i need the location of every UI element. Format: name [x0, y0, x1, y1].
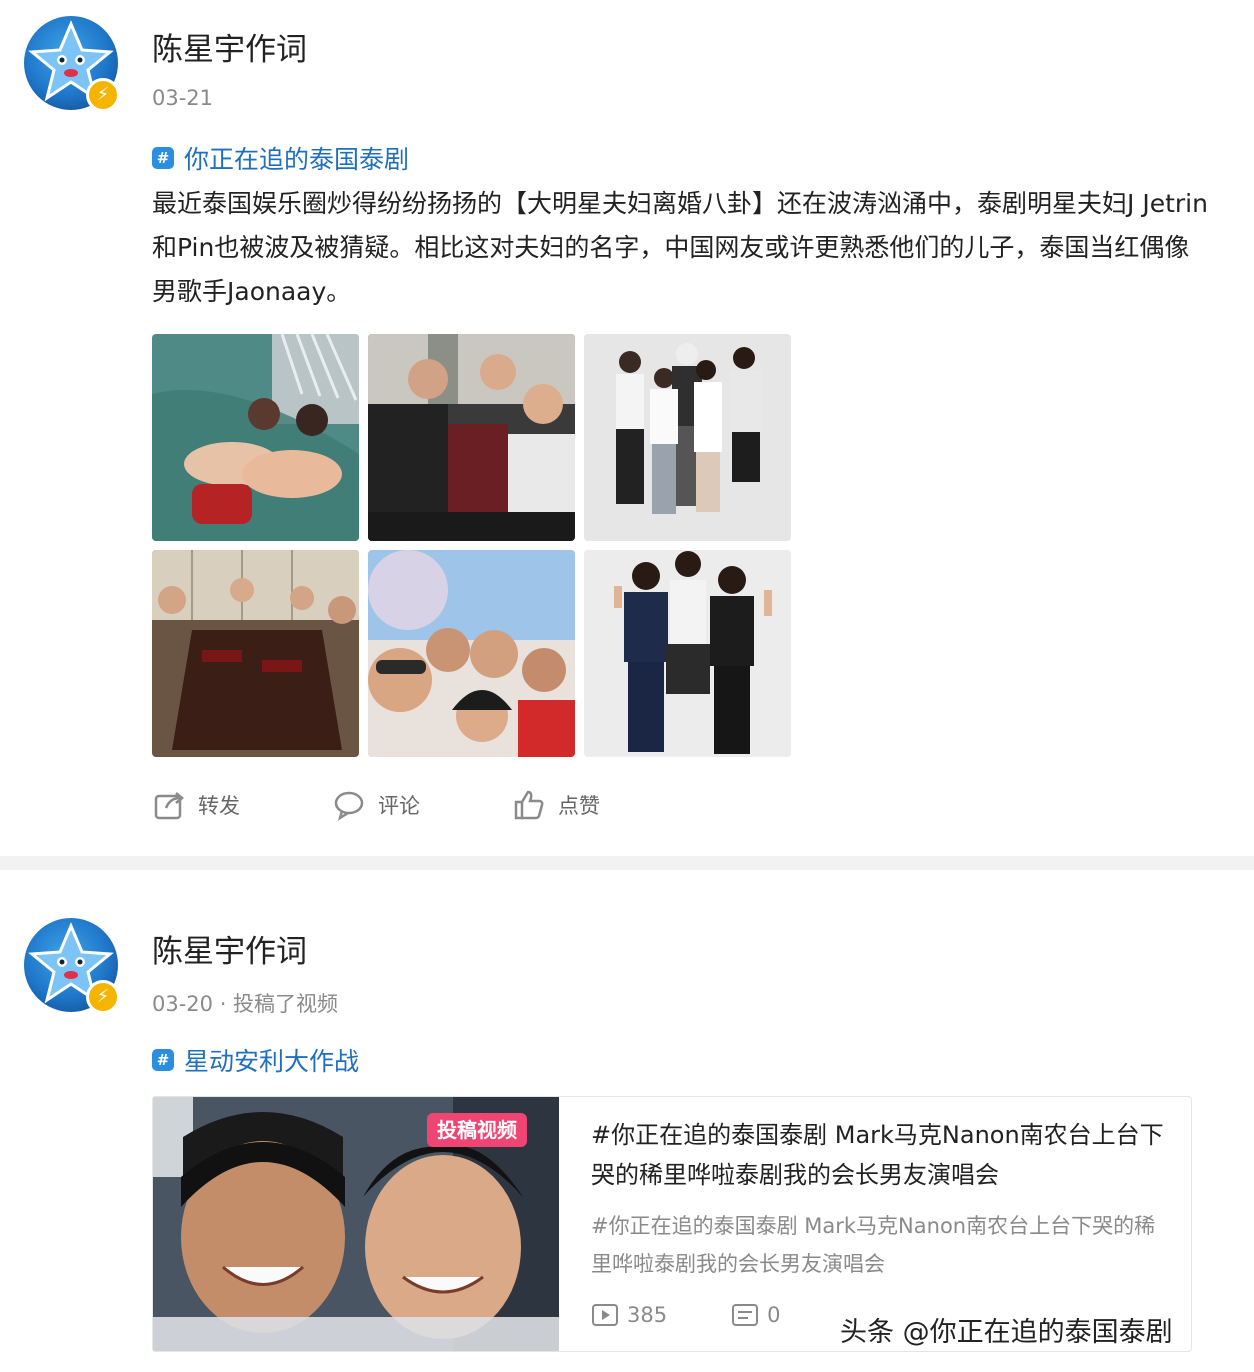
repost-label: 转发: [198, 794, 240, 818]
topic-hash-icon: #: [152, 1049, 174, 1071]
family-dinner-photo[interactable]: [152, 550, 359, 757]
comment-icon: [334, 791, 364, 821]
topic-hash-icon: #: [152, 147, 174, 169]
like-label: 点赞: [558, 794, 600, 818]
play-count-value: 385: [627, 1303, 668, 1327]
comment-count-value: 0: [767, 1303, 781, 1327]
verified-badge-icon: ⚡: [86, 78, 120, 112]
like-button[interactable]: 点赞: [512, 788, 600, 822]
post-timestamp: 03-20 · 投稿了视频: [152, 992, 339, 1016]
danmaku-icon: [732, 1304, 759, 1326]
video-badge: 投稿视频: [427, 1113, 527, 1147]
play-icon: [592, 1304, 618, 1326]
topic-label: 星动安利大作战: [184, 1047, 360, 1076]
video-title[interactable]: #你正在追的泰国泰剧 Mark马克Nanon南农台上台下哭的稀里哗啦泰剧我的会长…: [591, 1115, 1171, 1195]
comment-label: 评论: [378, 794, 420, 818]
video-stats: 385 0: [591, 1303, 844, 1327]
family-pool-photo[interactable]: [152, 334, 359, 541]
topic-link[interactable]: # 星动安利大作战: [152, 1042, 359, 1078]
feed-post-1: ⚡ 陈星宇作词 03-21 # 你正在追的泰国泰剧 最近泰国娱乐圈炒得纷纷扬扬的…: [0, 0, 1254, 856]
feed-post-2: ⚡ 陈星宇作词 03-20 · 投稿了视频 # 星动安利大作战 投稿视频 #你正…: [0, 870, 1254, 1372]
play-count: 385: [591, 1303, 667, 1327]
comment-count: 0: [731, 1303, 780, 1327]
author-name[interactable]: 陈星宇作词: [152, 926, 307, 971]
photo-grid: [152, 334, 792, 758]
post-actions: 转发 评论 点赞: [152, 780, 692, 830]
video-thumbnail[interactable]: 投稿视频: [153, 1097, 559, 1351]
repost-icon: [154, 792, 184, 820]
repost-button[interactable]: 转发: [152, 788, 240, 822]
topic-link[interactable]: # 你正在追的泰国泰剧: [152, 140, 409, 176]
family-selfie-photo[interactable]: [368, 550, 575, 757]
brothers-suits-photo[interactable]: [584, 550, 791, 757]
source-watermark: 头条 @你正在追的泰国泰剧: [836, 1310, 1177, 1349]
post-separator: [0, 856, 1254, 870]
verified-badge-icon: ⚡: [86, 980, 120, 1014]
video-description: #你正在追的泰国泰剧 Mark马克Nanon南农台上台下哭的稀里哗啦泰剧我的会长…: [591, 1214, 1156, 1276]
comment-button[interactable]: 评论: [332, 788, 420, 822]
topic-label: 你正在追的泰国泰剧: [184, 145, 410, 174]
post-body-text: 最近泰国娱乐圈炒得纷纷扬扬的【大明星夫妇离婚八卦】还在波涛汹涌中，泰剧明星夫妇J…: [152, 189, 1208, 306]
author-name[interactable]: 陈星宇作词: [152, 24, 307, 69]
post-timestamp: 03-21: [152, 86, 214, 110]
thumbs-up-icon: [514, 790, 544, 820]
family-group-photo[interactable]: [368, 334, 575, 541]
family-white-backdrop-photo[interactable]: [584, 334, 791, 541]
